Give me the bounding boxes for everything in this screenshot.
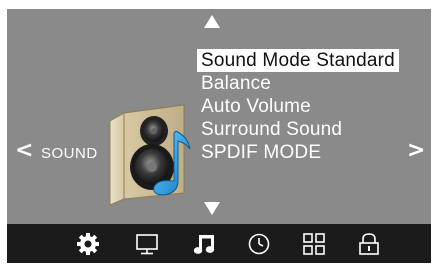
menu-item-spdif-mode[interactable]: SPDIF MODE — [197, 141, 399, 164]
scroll-down-arrow-icon[interactable] — [204, 202, 220, 215]
speaker-illustration-icon — [109, 104, 191, 206]
lock-icon[interactable] — [357, 232, 383, 256]
clock-icon[interactable] — [247, 232, 273, 256]
previous-section-arrow[interactable]: < — [15, 140, 33, 162]
menu-item-balance[interactable]: Balance — [197, 72, 399, 95]
tv-menu-screen: < SOUND > Sound Mode Standard Balance Au… — [7, 9, 431, 263]
next-section-arrow[interactable]: > — [407, 140, 425, 162]
scroll-up-arrow-icon[interactable] — [204, 15, 220, 28]
music-note-icon[interactable] — [192, 232, 218, 256]
sound-settings-menu: Sound Mode Standard Balance Auto Volume … — [197, 49, 399, 164]
menu-item-surround-sound[interactable]: Surround Sound — [197, 118, 399, 141]
grid-icon[interactable] — [302, 232, 328, 256]
gear-icon[interactable] — [76, 232, 102, 256]
menu-item-sound-mode[interactable]: Sound Mode Standard — [197, 49, 399, 72]
monitor-icon[interactable] — [135, 232, 161, 256]
menu-item-auto-volume[interactable]: Auto Volume — [197, 95, 399, 118]
category-bar — [7, 224, 431, 263]
section-label: SOUND — [41, 145, 98, 162]
